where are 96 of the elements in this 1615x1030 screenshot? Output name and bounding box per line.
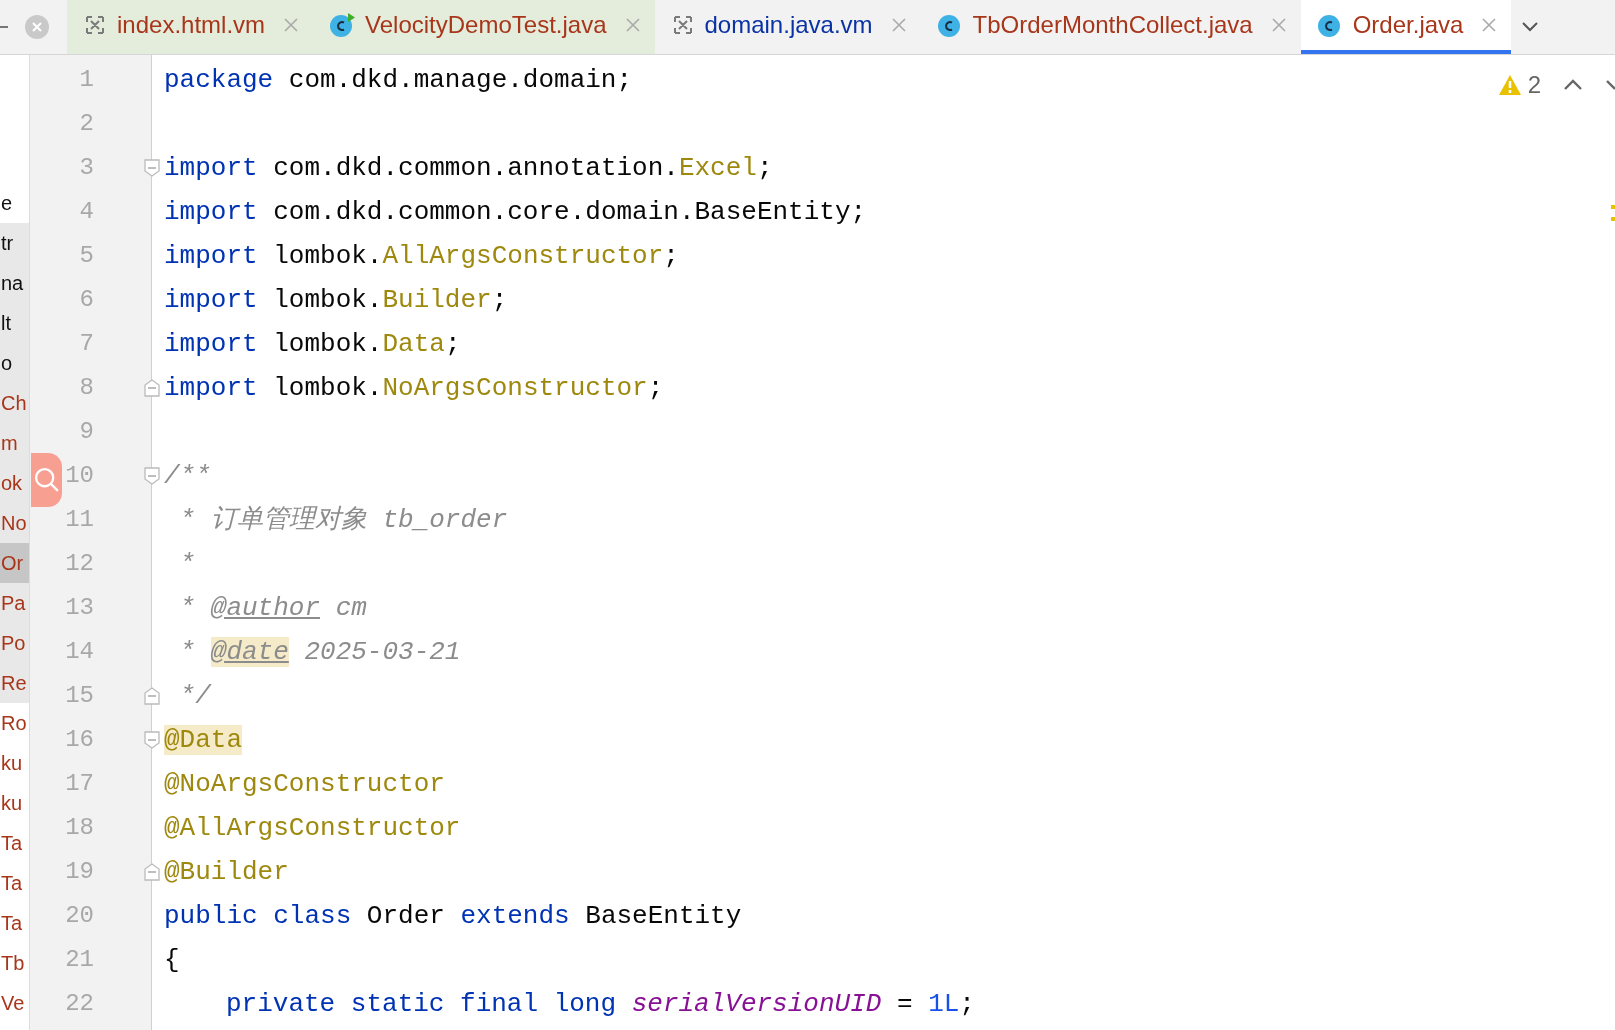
line-number: 6: [79, 285, 94, 315]
fold-marker-icon[interactable]: [144, 379, 160, 397]
tab-label: Order.java: [1352, 10, 1464, 40]
chevron-up-icon[interactable]: [1563, 79, 1583, 91]
tree-item[interactable]: Ch: [0, 383, 29, 423]
tree-item[interactable]: m: [0, 423, 29, 463]
close-icon[interactable]: [283, 17, 300, 33]
tree-item[interactable]: Ta: [0, 823, 29, 863]
code-line: */: [178, 679, 211, 713]
line-number: 21: [65, 945, 94, 975]
tree-item[interactable]: Po: [0, 623, 29, 663]
code-line: public class Order extends BaseEntity: [164, 899, 742, 933]
code-line: * @date 2025-03-21: [178, 635, 461, 669]
warning-count[interactable]: 2: [1527, 67, 1541, 103]
fold-marker-icon[interactable]: [144, 467, 160, 485]
tree-item[interactable]: Ta: [0, 903, 29, 943]
code-line: package com.dkd.manage.domain;: [164, 63, 633, 97]
close-icon[interactable]: [24, 14, 50, 40]
line-number: 11: [65, 505, 94, 535]
editor-tab[interactable]: domain.java.vm: [654, 0, 921, 54]
class-icon: [936, 12, 963, 38]
code-line: @Builder: [164, 855, 289, 889]
code-line: import com.dkd.common.core.domain.BaseEntity;: [164, 195, 867, 229]
close-icon[interactable]: [1270, 17, 1287, 33]
code-line: @NoArgsConstructor: [164, 767, 445, 801]
line-number: 16: [65, 725, 94, 755]
tree-item[interactable]: Ro: [0, 703, 29, 743]
search-button[interactable]: [31, 453, 62, 507]
code-line: import lombok.AllArgsConstructor;: [164, 239, 679, 273]
tree-item[interactable]: e: [0, 183, 29, 223]
tree-item[interactable]: ok: [0, 463, 29, 503]
line-number: 10: [65, 461, 94, 491]
tab-label: index.html.vm: [117, 10, 266, 40]
code-line: * @author cm: [178, 591, 367, 625]
tree-item[interactable]: Re: [0, 663, 29, 703]
editor-tab[interactable]: Order.java: [1300, 0, 1512, 54]
editor-tab[interactable]: TbOrderMonthCollect.java: [920, 0, 1301, 54]
editor-tab[interactable]: VelocityDemoTest.java: [313, 0, 655, 54]
tree-item[interactable]: tr: [0, 223, 29, 263]
fold-marker-icon[interactable]: [144, 687, 160, 705]
line-number: 20: [65, 901, 94, 931]
code-line: private static final long serialVersionUID = 1L;: [225, 987, 975, 1021]
line-number: 22: [65, 989, 94, 1019]
line-number: 2: [79, 109, 94, 139]
tree-item[interactable]: na: [0, 263, 29, 303]
tree-item[interactable]: ku: [0, 783, 29, 823]
runnable-class-icon: [329, 12, 356, 38]
fold-marker-icon[interactable]: [144, 863, 160, 881]
tree-item[interactable]: ku: [0, 743, 29, 783]
close-icon[interactable]: [1481, 17, 1498, 33]
line-number: 19: [65, 857, 94, 887]
line-number: 17: [65, 769, 94, 799]
tab-label: TbOrderMonthCollect.java: [972, 10, 1253, 40]
code-line: import lombok.NoArgsConstructor;: [164, 371, 664, 405]
class-icon: [1316, 12, 1343, 38]
code-line: import com.dkd.common.annotation.Excel;: [164, 151, 773, 185]
tree-item[interactable]: No: [0, 503, 29, 543]
template-file-icon: [83, 13, 107, 37]
line-number: 18: [65, 813, 94, 843]
tree-item[interactable]: lt: [0, 303, 29, 343]
line-number: 14: [65, 637, 94, 667]
tree-item[interactable]: Ta: [0, 863, 29, 903]
tree-item[interactable]: Pa: [0, 583, 29, 623]
tree-item[interactable]: Ve: [0, 983, 29, 1023]
fold-marker-icon[interactable]: [144, 159, 160, 177]
line-number: 12: [65, 549, 94, 579]
warning-icon[interactable]: [1497, 74, 1522, 96]
line-number: 3: [79, 153, 94, 183]
chevron-down-icon[interactable]: [1521, 21, 1540, 33]
line-number: 5: [79, 241, 94, 271]
code-line: /**: [164, 459, 211, 493]
close-icon[interactable]: [890, 17, 907, 33]
tree-item[interactable]: Or: [0, 543, 29, 583]
fold-marker-icon[interactable]: [144, 731, 160, 749]
tab-label: VelocityDemoTest.java: [365, 10, 607, 40]
code-line: import lombok.Data;: [164, 327, 461, 361]
line-number: 13: [65, 593, 94, 623]
code-line: * 订单管理对象 tb_order: [178, 503, 508, 537]
editor-tab[interactable]: index.html.vm: [67, 0, 314, 54]
line-number: 4: [79, 197, 94, 227]
line-number: 7: [79, 329, 94, 359]
line-number: 9: [79, 417, 94, 447]
code-line: import lombok.Builder;: [164, 283, 508, 317]
tree-item[interactable]: o: [0, 343, 29, 383]
warning-stripe-icon: [1611, 205, 1615, 221]
code-line: @AllArgsConstructor: [164, 811, 461, 845]
code-line: *: [178, 547, 196, 581]
search-icon: [32, 466, 61, 494]
close-icon[interactable]: [624, 17, 641, 33]
chevron-down-icon[interactable]: [1605, 79, 1615, 91]
tab-label: domain.java.vm: [704, 10, 873, 40]
line-number: 8: [79, 373, 94, 403]
tree-item[interactable]: Tb: [0, 943, 29, 983]
line-number: 1: [79, 65, 94, 95]
code-line: {: [164, 943, 180, 977]
line-number: 15: [65, 681, 94, 711]
